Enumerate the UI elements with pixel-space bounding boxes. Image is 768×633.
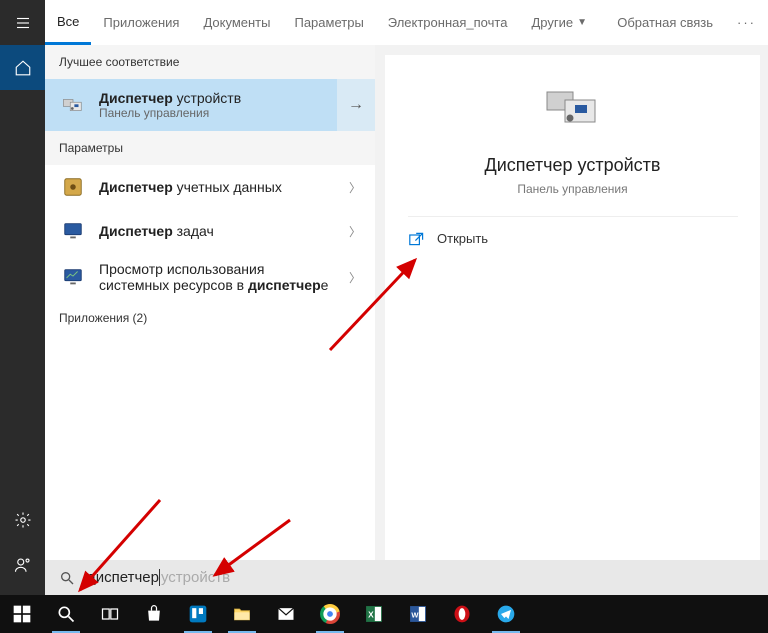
- taskbar-explorer-icon[interactable]: [220, 595, 264, 633]
- more-button[interactable]: ···: [725, 15, 768, 30]
- search-typed-text: диспетчер: [87, 569, 159, 586]
- taskbar-mail-icon[interactable]: [264, 595, 308, 633]
- chevron-right-icon: 〉: [349, 269, 361, 286]
- open-action[interactable]: Открыть: [409, 231, 488, 246]
- taskbar-word-icon[interactable]: W: [396, 595, 440, 633]
- account-button[interactable]: [0, 542, 45, 587]
- taskbar-store-icon[interactable]: [132, 595, 176, 633]
- tab-other[interactable]: Другие▼: [519, 0, 599, 45]
- result-title: Диспетчер задач: [99, 223, 214, 239]
- section-settings: Параметры: [45, 131, 375, 165]
- tab-settings[interactable]: Параметры: [282, 0, 375, 45]
- svg-text:X: X: [368, 609, 374, 619]
- chevron-right-icon: 〉: [349, 179, 361, 196]
- tab-all[interactable]: Все: [45, 0, 91, 45]
- expand-arrow-button[interactable]: →: [337, 79, 375, 131]
- taskbar-search-button[interactable]: [44, 595, 88, 633]
- section-best-match: Лучшее соответствие: [45, 45, 375, 79]
- search-suggestion-text: устройств: [159, 569, 230, 586]
- taskbar-telegram-icon[interactable]: [484, 595, 528, 633]
- search-tabs: Все Приложения Документы Параметры Элект…: [45, 0, 768, 45]
- divider: [408, 216, 738, 217]
- open-label: Открыть: [437, 231, 488, 246]
- result-title-line1: Просмотр использования: [99, 261, 328, 277]
- result-device-manager[interactable]: Диспетчер устройств Панель управления →: [45, 79, 375, 131]
- section-apps: Приложения (2): [45, 301, 375, 335]
- result-subtitle: Панель управления: [99, 106, 241, 120]
- hamburger-button[interactable]: [0, 0, 45, 45]
- result-title: Диспетчер устройств: [99, 90, 241, 106]
- result-credential-manager[interactable]: Диспетчер учетных данных 〉: [45, 165, 375, 209]
- taskbar-chrome-icon[interactable]: [308, 595, 352, 633]
- result-task-manager[interactable]: Диспетчер задач 〉: [45, 209, 375, 253]
- monitor-icon: [59, 217, 87, 245]
- svg-text:W: W: [411, 610, 419, 619]
- taskbar-opera-icon[interactable]: [440, 595, 484, 633]
- settings-gear-button[interactable]: [0, 497, 45, 542]
- start-button[interactable]: [0, 595, 44, 633]
- chevron-right-icon: 〉: [349, 223, 361, 240]
- task-view-button[interactable]: [88, 595, 132, 633]
- vault-icon: [59, 173, 87, 201]
- taskbar-excel-icon[interactable]: X: [352, 595, 396, 633]
- chevron-down-icon: ▼: [577, 17, 587, 28]
- home-button[interactable]: [0, 45, 45, 90]
- feedback-link[interactable]: Обратная связь: [605, 15, 725, 30]
- result-title: Диспетчер учетных данных: [99, 179, 282, 195]
- preview-subtitle: Панель управления: [517, 182, 627, 196]
- taskbar-trello-icon[interactable]: [176, 595, 220, 633]
- result-title-line2: системных ресурсов в диспетчере: [99, 277, 328, 293]
- monitor-chart-icon: [59, 263, 87, 291]
- device-manager-icon: [59, 91, 87, 119]
- tab-apps[interactable]: Приложения: [91, 0, 191, 45]
- preview-panel: Диспетчер устройств Панель управления От…: [385, 55, 760, 560]
- preview-title: Диспетчер устройств: [485, 155, 661, 176]
- left-sidebar: [0, 0, 45, 595]
- search-input[interactable]: диспетчер устройств: [45, 560, 768, 595]
- result-resource-monitor[interactable]: Просмотр использования системных ресурсо…: [45, 253, 375, 301]
- tab-docs[interactable]: Документы: [191, 0, 282, 45]
- taskbar: X W: [0, 595, 768, 633]
- results-panel: Лучшее соответствие Диспетчер устройств …: [45, 45, 375, 560]
- device-manager-large-icon: [538, 85, 608, 135]
- search-icon: [59, 570, 75, 586]
- tab-email[interactable]: Электронная_почта: [376, 0, 520, 45]
- open-icon: [409, 232, 425, 246]
